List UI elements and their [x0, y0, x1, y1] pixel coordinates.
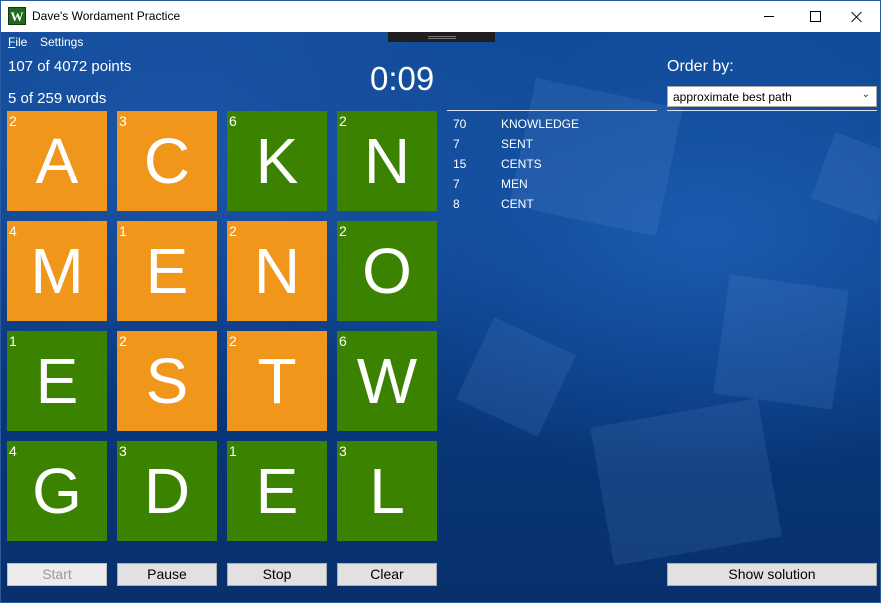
letter-tile[interactable]: 6W [337, 331, 437, 431]
letter-tile[interactable]: 1E [227, 441, 327, 541]
points-counter: 107 of 4072 points [8, 58, 132, 75]
background-shape [713, 274, 849, 410]
found-word-text: SENT [501, 137, 534, 151]
words-counter: 5 of 259 words [8, 90, 107, 107]
timer: 0:09 [370, 60, 435, 97]
letter-tile[interactable]: 2S [117, 331, 217, 431]
letter-tile[interactable]: 4M [7, 221, 107, 321]
window-title: Dave's Wordament Practice [32, 9, 181, 23]
letter-tile[interactable]: 2A [7, 111, 107, 211]
background-shape [456, 317, 576, 437]
clear-button[interactable]: Clear [337, 563, 437, 586]
found-word-points: 7 [453, 177, 460, 191]
tile-letter: D [143, 455, 191, 527]
found-word-text: MEN [501, 177, 528, 191]
tile-letter: E [145, 235, 189, 307]
stop-button[interactable]: Stop [227, 563, 327, 586]
pause-button[interactable]: Pause [117, 563, 217, 586]
maximize-button[interactable] [792, 1, 838, 32]
background-shape [590, 398, 782, 566]
solution-divider [667, 110, 877, 111]
title-bar: W Dave's Wordament Practice [1, 1, 880, 32]
found-word-points: 70 [453, 117, 467, 131]
show-solution-button[interactable]: Show solution [667, 563, 877, 586]
menu-settings[interactable]: Settings [40, 35, 83, 49]
tile-letter: M [30, 235, 84, 307]
found-word-text: CENT [501, 197, 534, 211]
close-icon [851, 11, 863, 23]
found-word-points: 7 [453, 137, 460, 151]
found-word-points: 15 [453, 157, 467, 171]
tile-letter: N [363, 125, 411, 197]
letter-tile[interactable]: 1E [7, 331, 107, 431]
letter-tile[interactable]: 3D [117, 441, 217, 541]
tile-letter: A [35, 125, 79, 197]
tile-letter: T [257, 345, 297, 417]
letter-tile[interactable]: 1E [117, 221, 217, 321]
app-window: W Dave's Wordament Practice File Setting… [0, 0, 881, 603]
tile-letter: G [32, 455, 82, 527]
minimize-icon [764, 16, 774, 17]
close-button[interactable] [834, 1, 880, 32]
tile-letter: N [253, 235, 301, 307]
maximize-icon [809, 11, 821, 22]
menu-file[interactable]: File [8, 35, 27, 49]
tile-letter: W [356, 345, 418, 417]
main-area: File Settings 107 of 4072 points 5 of 25… [1, 32, 880, 602]
letter-tile[interactable]: 2O [337, 221, 437, 321]
order-by-label: Order by: [667, 58, 734, 75]
letter-tile[interactable]: 3L [337, 441, 437, 541]
tile-letter: S [145, 345, 189, 417]
tile-letter: E [35, 345, 79, 417]
found-word-text: CENTS [501, 157, 542, 171]
letter-tile[interactable]: 2N [227, 221, 327, 321]
letter-tile[interactable]: 4G [7, 441, 107, 541]
minimize-button[interactable] [746, 1, 792, 32]
menu-file-label: ile [15, 35, 28, 49]
letter-tile[interactable]: 2T [227, 331, 327, 431]
tile-letter: O [362, 235, 412, 307]
chevron-down-icon: ⌄ [861, 89, 870, 100]
order-by-value: approximate best path [673, 90, 792, 104]
letter-tile[interactable]: 2N [337, 111, 437, 211]
background-shape [811, 132, 880, 222]
order-by-select[interactable]: approximate best path ⌄ [667, 86, 877, 107]
letter-tile[interactable]: 3C [117, 111, 217, 211]
found-words-divider [447, 110, 657, 111]
tile-letter: C [143, 125, 191, 197]
tile-letter: E [255, 455, 299, 527]
found-word-points: 8 [453, 197, 460, 211]
tile-letter: L [369, 455, 405, 527]
app-icon: W [8, 7, 26, 25]
tile-letter: K [255, 125, 299, 197]
drag-handle[interactable] [388, 32, 495, 42]
letter-tile[interactable]: 6K [227, 111, 327, 211]
found-word-text: KNOWLEDGE [501, 117, 580, 131]
start-button[interactable]: Start [7, 563, 107, 586]
